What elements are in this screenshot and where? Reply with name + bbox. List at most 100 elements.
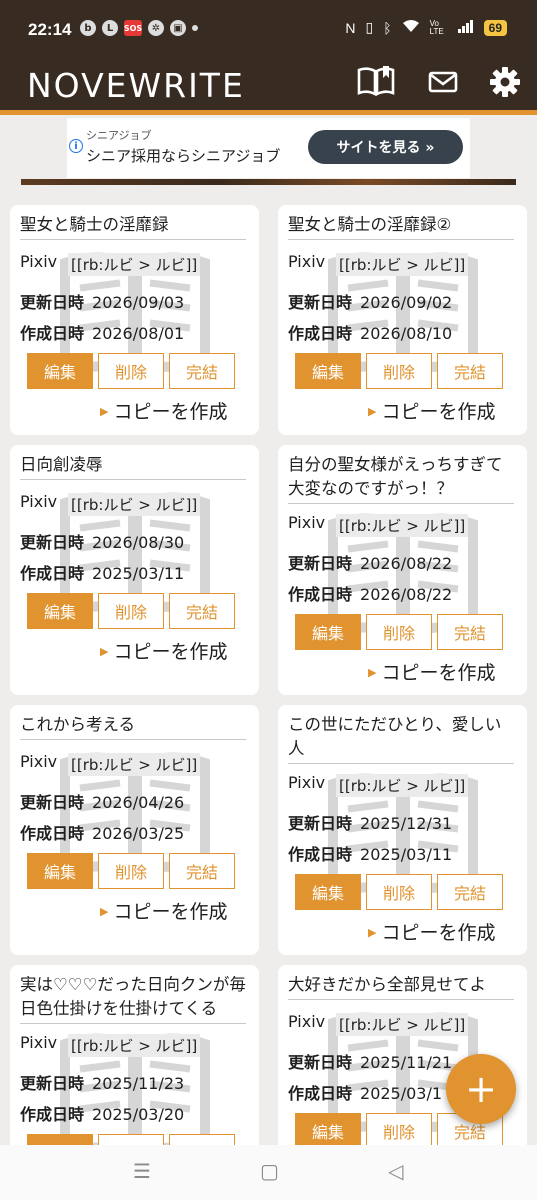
complete-button[interactable]: 完結 (437, 353, 503, 389)
novel-card[interactable]: 自分の聖女様がえっちすぎて大変なのですがっ！？ Pixiv [[rb:ルビ > ルビ… (278, 445, 527, 695)
updated-label: 更新日時 (288, 1053, 353, 1072)
ad-advertiser: シニアジョブ (86, 129, 152, 142)
created-row: 作成日時 2025/03/20 (20, 1101, 184, 1125)
delete-button[interactable]: 削除 (366, 353, 432, 389)
edit-button[interactable]: 編集 (295, 614, 361, 650)
created-label: 作成日時 (288, 845, 353, 864)
mail-icon[interactable] (428, 70, 458, 98)
card-source: Pixiv (288, 513, 326, 532)
nfc-icon: N (345, 19, 356, 36)
app-logo[interactable]: NOVEWRITE (27, 66, 245, 105)
created-row: 作成日時 2025/03/1 (288, 1080, 442, 1104)
card-title[interactable]: この世にただひとり、愛しい人 (288, 713, 514, 764)
updated-date: 2026/08/30 (92, 533, 185, 552)
add-novel-button[interactable]: + (446, 1054, 516, 1124)
recents-icon[interactable]: ☰ (133, 1159, 151, 1183)
ruby-tag: [[rb:ルビ > ルビ]] (68, 253, 201, 276)
ad-image-strip (21, 179, 516, 185)
created-row: 作成日時 2025/03/11 (20, 560, 184, 584)
updated-date: 2026/08/22 (360, 554, 453, 573)
created-label: 作成日時 (20, 324, 85, 343)
created-date: 2025/03/20 (92, 1105, 185, 1124)
volte-icon: Vo LTE (429, 18, 444, 36)
card-actions: 編集削除完結 (27, 593, 235, 629)
novel-card[interactable]: 聖女と騎士の淫靡録 Pixiv [[rb:ルビ > ルビ]] 更新日時 2026/09/… (10, 205, 259, 435)
back-icon[interactable]: ◁ (388, 1159, 403, 1183)
created-date: 2025/03/1 (360, 1084, 443, 1103)
card-title[interactable]: これから考える (20, 713, 246, 740)
card-title[interactable]: 自分の聖女様がえっちすぎて大変なのですがっ！？ (288, 453, 514, 504)
created-row: 作成日時 2026/08/01 (20, 320, 184, 344)
ad-visit-button[interactable]: サイトを見る » (308, 130, 463, 164)
wifi-icon (402, 19, 420, 36)
novel-card[interactable]: この世にただひとり、愛しい人 Pixiv [[rb:ルビ > ルビ]] 更新日時 202… (278, 705, 527, 955)
updated-row: 更新日時 2026/08/22 (288, 550, 452, 574)
card-source: Pixiv (20, 252, 58, 271)
card-title[interactable]: 聖女と騎士の淫靡録 (20, 213, 246, 240)
copy-link[interactable]: ▶ コピーを作成 (100, 897, 227, 924)
triangle-icon: ▶ (368, 666, 377, 679)
gear-icon[interactable] (489, 66, 521, 102)
complete-button[interactable]: 完結 (169, 853, 235, 889)
delete-button[interactable]: 削除 (98, 593, 164, 629)
ad-info-icon[interactable]: i (69, 139, 83, 153)
complete-button[interactable]: 完結 (169, 353, 235, 389)
edit-button[interactable]: 編集 (27, 593, 93, 629)
novel-card[interactable]: これから考える Pixiv [[rb:ルビ > ルビ]] 更新日時 2026/04/26… (10, 705, 259, 955)
created-row: 作成日時 2026/08/10 (288, 320, 452, 344)
ruby-tag: [[rb:ルビ > ルビ]] (336, 514, 469, 537)
status-time: 22:14 (28, 20, 72, 39)
ruby-tag: [[rb:ルビ > ルビ]] (68, 753, 201, 776)
card-title[interactable]: 大好きだから全部見せてよ (288, 973, 514, 1000)
complete-button[interactable]: 完結 (169, 593, 235, 629)
edit-button[interactable]: 編集 (295, 874, 361, 910)
edit-button[interactable]: 編集 (295, 1113, 361, 1149)
copy-link[interactable]: ▶ コピーを作成 (100, 397, 227, 424)
edit-button[interactable]: 編集 (27, 853, 93, 889)
card-title[interactable]: 聖女と騎士の淫靡録② (288, 213, 514, 240)
created-date: 2026/08/10 (360, 324, 453, 343)
updated-label: 更新日時 (20, 293, 85, 312)
copy-link[interactable]: ▶ コピーを作成 (368, 658, 495, 685)
created-label: 作成日時 (20, 564, 85, 583)
copy-label: コピーを作成 (113, 401, 228, 423)
copy-link[interactable]: ▶ コピーを作成 (368, 918, 495, 945)
status-bar: 22:14 b L SOS ✲ ▣ N ▯ ᛒ Vo LTE 69 (0, 0, 537, 62)
novel-card[interactable]: 聖女と騎士の淫靡録② Pixiv [[rb:ルビ > ルビ]] 更新日時 2026/09… (278, 205, 527, 435)
delete-button[interactable]: 削除 (98, 353, 164, 389)
card-actions: 編集削除完結 (295, 353, 503, 389)
book-icon[interactable] (356, 64, 396, 102)
card-title[interactable]: 実は♡♡♡だった日向クンが毎日色仕掛けを仕掛けてくる (20, 973, 246, 1024)
header-accent-stripe (0, 110, 537, 115)
delete-button[interactable]: 削除 (366, 874, 432, 910)
delete-button[interactable]: 削除 (98, 853, 164, 889)
updated-row: 更新日時 2026/04/26 (20, 789, 184, 813)
edit-button[interactable]: 編集 (27, 353, 93, 389)
created-label: 作成日時 (288, 1084, 353, 1103)
card-source: Pixiv (20, 1033, 58, 1052)
created-date: 2026/08/22 (360, 585, 453, 604)
triangle-icon: ▶ (368, 405, 377, 418)
created-date: 2025/03/11 (360, 845, 453, 864)
novel-card[interactable]: 日向創凌辱 Pixiv [[rb:ルビ > ルビ]] 更新日時 2026/08/30 作成… (10, 445, 259, 695)
copy-link[interactable]: ▶ コピーを作成 (368, 397, 495, 424)
card-title[interactable]: 日向創凌辱 (20, 453, 246, 480)
card-source: Pixiv (20, 752, 58, 771)
created-label: 作成日時 (20, 1105, 85, 1124)
line-app-icon: L (102, 20, 118, 36)
card-source: Pixiv (288, 1012, 326, 1031)
ad-banner[interactable]: i シニアジョブ シニア採用ならシニアジョブ サイトを見る » (67, 118, 470, 178)
updated-row: 更新日時 2026/09/02 (288, 289, 452, 313)
triangle-icon: ▶ (100, 645, 109, 658)
complete-button[interactable]: 完結 (437, 614, 503, 650)
copy-label: コピーを作成 (113, 641, 228, 663)
settings-notification-icon: ✲ (148, 20, 164, 36)
delete-button[interactable]: 削除 (366, 614, 432, 650)
complete-button[interactable]: 完結 (437, 874, 503, 910)
home-icon[interactable]: ▢ (260, 1159, 279, 1183)
delete-button[interactable]: 削除 (366, 1113, 432, 1149)
notification-app-icon: b (80, 20, 96, 36)
edit-button[interactable]: 編集 (295, 353, 361, 389)
copy-link[interactable]: ▶ コピーを作成 (100, 637, 227, 664)
created-row: 作成日時 2025/03/11 (288, 841, 452, 865)
